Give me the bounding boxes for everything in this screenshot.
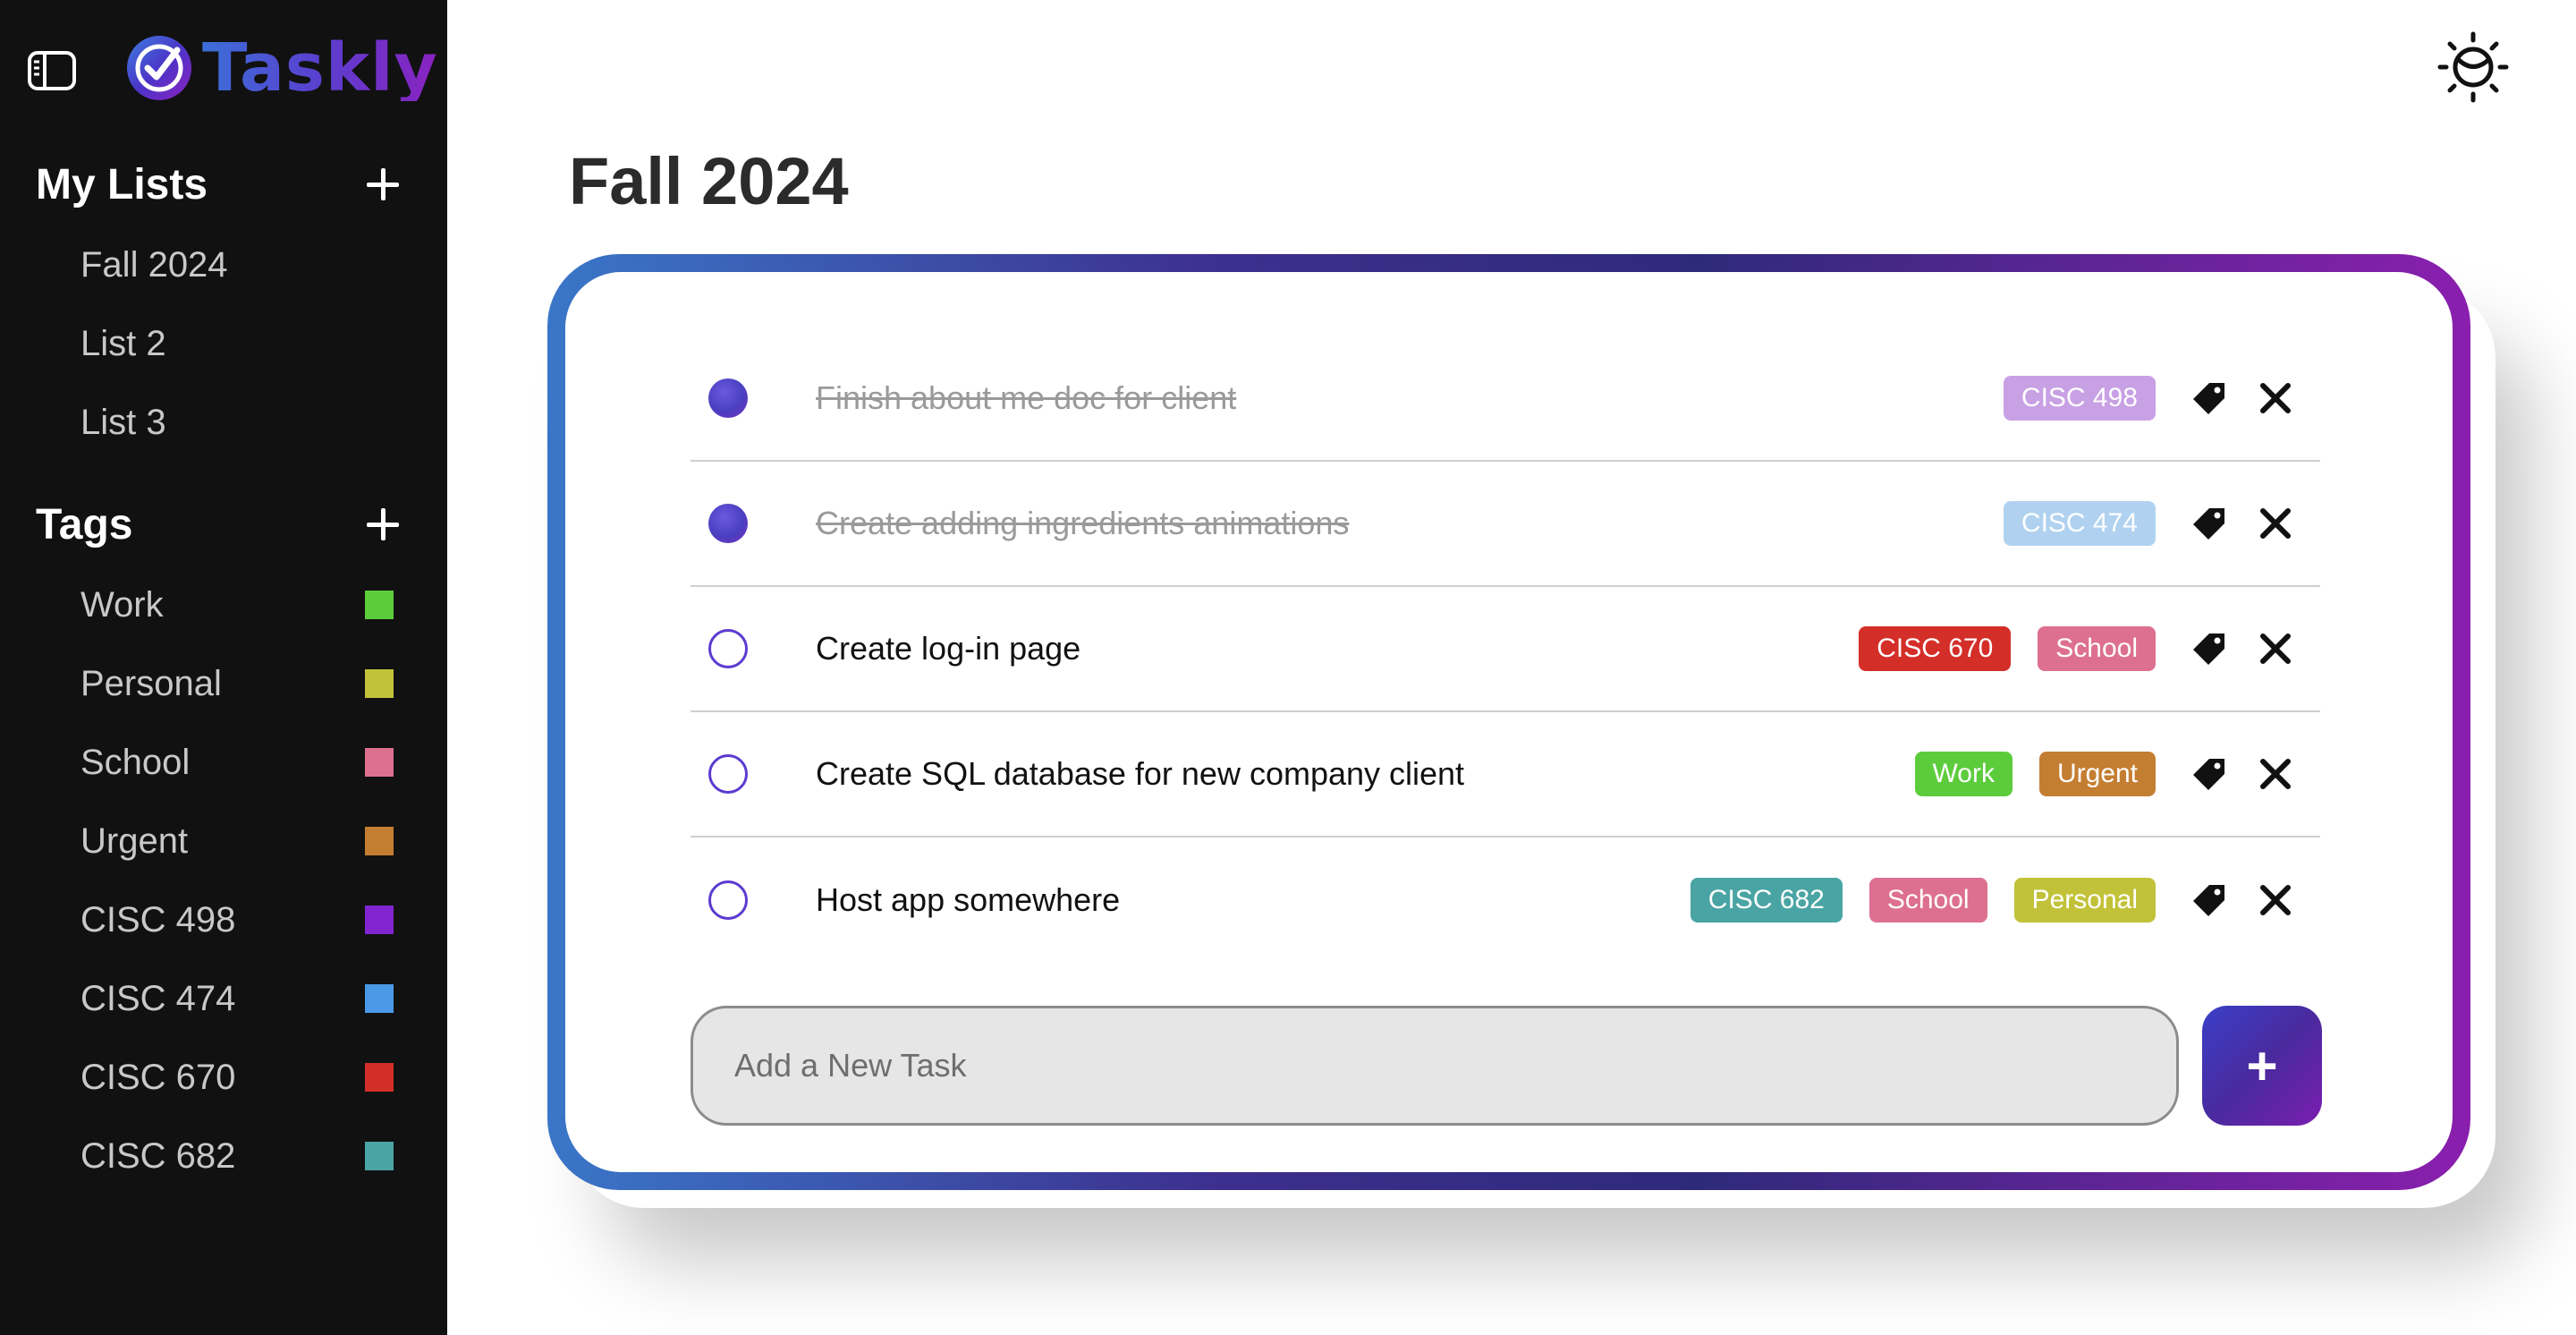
tag-label: CISC 498 [80,899,236,940]
page-title: Fall 2024 [569,144,849,218]
add-task-button[interactable]: + [2202,1006,2322,1126]
sidebar-tag-item[interactable]: CISC 670 [80,1050,394,1104]
list-label: Fall 2024 [80,244,228,285]
app-name: Taskly [202,30,438,106]
task-text[interactable]: Create adding ingredients animations [816,505,2004,542]
sidebar: Taskly My Lists Fall 2024 List 2 List 3 … [0,0,447,1335]
sidebar-tag-item[interactable]: CISC 682 [80,1129,394,1183]
new-task-input[interactable] [691,1006,2179,1126]
task-row: Host app somewhere CISC 682 School Perso… [691,838,2320,963]
sidebar-tag-item[interactable]: Work [80,578,394,632]
list-label: List 3 [80,402,166,442]
sidebar-tag-item[interactable]: School [80,736,394,789]
sidebar-toggle-icon[interactable] [27,50,77,91]
task-card: Finish about me doc for client CISC 498 … [547,254,2470,1190]
tags-section-header: Tags [36,497,402,551]
task-row: Create SQL database for new company clie… [691,712,2320,838]
task-tag: CISC 474 [2003,501,2156,546]
list-label: List 2 [80,323,166,363]
tag-label: CISC 670 [80,1057,236,1097]
tag-color-swatch [365,1142,394,1170]
delete-icon[interactable] [2258,631,2293,667]
sidebar-tag-item[interactable]: Urgent [80,814,394,868]
task-tags: CISC 682 School Personal [1690,878,2156,923]
tag-color-swatch [365,906,394,934]
task-checkbox[interactable] [708,754,748,794]
task-tag: CISC 682 [1690,878,1843,923]
tags-header: Tags [36,500,133,548]
app-logo[interactable]: Taskly [125,34,438,102]
add-list-button[interactable] [363,165,402,204]
tag-icon[interactable] [2191,756,2227,792]
lists-section-header: My Lists [36,157,402,211]
task-card-body: Finish about me doc for client CISC 498 … [565,272,2453,1172]
lists-header: My Lists [36,160,208,208]
task-tag: School [2038,626,2156,671]
tag-icon[interactable] [2191,380,2227,416]
task-row: Create log-in page CISC 670 School [691,587,2320,712]
delete-icon[interactable] [2258,506,2293,541]
delete-icon[interactable] [2258,380,2293,416]
task-tag: Work [1914,752,2012,796]
sidebar-tag-item[interactable]: CISC 498 [80,893,394,947]
tag-label: CISC 474 [80,978,236,1018]
task-tags: Work Urgent [1914,752,2156,796]
tag-icon[interactable] [2191,882,2227,918]
tag-icon[interactable] [2191,506,2227,541]
task-checkbox[interactable] [708,629,748,668]
delete-icon[interactable] [2258,756,2293,792]
tag-label: Work [80,584,164,625]
tag-color-swatch [365,827,394,855]
tag-label: Urgent [80,821,189,861]
sidebar-list-item[interactable]: List 3 [80,395,394,449]
task-row: Create adding ingredients animations CIS… [691,462,2320,587]
tag-color-swatch [365,591,394,619]
task-text[interactable]: Finish about me doc for client [816,379,2004,417]
sidebar-tag-item[interactable]: Personal [80,657,394,710]
task-checkbox[interactable] [708,378,748,418]
tag-label: Personal [80,663,222,703]
task-text[interactable]: Create log-in page [816,630,1859,668]
task-tag: School [1868,878,1987,923]
task-tags: CISC 474 [2003,501,2156,546]
tag-color-swatch [365,748,394,777]
task-text[interactable]: Create SQL database for new company clie… [816,755,1915,793]
task-checkbox[interactable] [708,504,748,543]
tag-color-swatch [365,1063,394,1092]
task-tag: Urgent [2038,752,2156,796]
checkmark-circle-icon [127,36,191,100]
tag-color-swatch [365,984,394,1013]
sun-moon-icon[interactable] [2433,27,2513,107]
tag-label: School [80,742,191,782]
delete-icon[interactable] [2258,882,2293,918]
sidebar-tag-item[interactable]: CISC 474 [80,972,394,1025]
task-tags: CISC 670 School [1859,626,2156,671]
task-tag: Personal [2013,878,2156,923]
sidebar-list-item[interactable]: Fall 2024 [80,238,394,292]
sidebar-list-item[interactable]: List 2 [80,317,394,370]
tag-icon[interactable] [2191,631,2227,667]
task-checkbox[interactable] [708,880,748,920]
task-tags: CISC 498 [2003,376,2156,421]
task-row: Finish about me doc for client CISC 498 [691,336,2320,462]
task-text[interactable]: Host app somewhere [816,881,1690,919]
task-tag: CISC 670 [1859,626,2012,671]
tag-label: CISC 682 [80,1135,236,1176]
task-tag: CISC 498 [2003,376,2156,421]
tag-color-swatch [365,669,394,698]
add-tag-button[interactable] [363,505,402,544]
